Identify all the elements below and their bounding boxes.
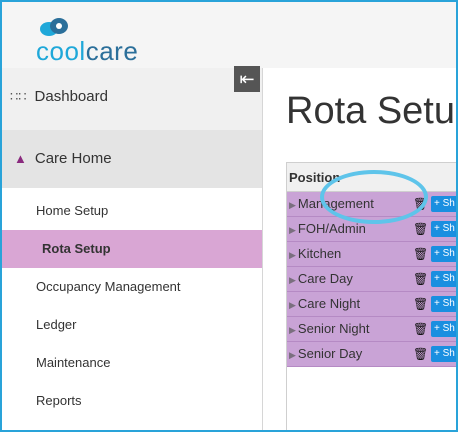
expand-arrow-icon[interactable]: ▶	[289, 325, 296, 335]
trash-icon[interactable]: 🗑	[413, 292, 428, 316]
trash-icon[interactable]: 🗑	[413, 317, 428, 341]
add-shift-button[interactable]: + Sh	[431, 346, 456, 362]
brand-header: coolcare	[2, 2, 456, 68]
position-name: Senior Night	[297, 321, 370, 336]
trash-icon[interactable]: 🗑	[413, 267, 428, 291]
position-name: Kitchen	[297, 246, 342, 261]
care-home-label: Care Home	[34, 150, 112, 167]
dashboard-label: Dashboard	[34, 88, 108, 105]
trash-icon[interactable]: 🗑	[413, 342, 428, 366]
care-home-row: ▲ Care Home	[14, 150, 112, 167]
add-shift-button[interactable]: + Sh	[431, 221, 456, 237]
app-frame: coolcare ∷∷ Dashboard ▲ Care Home Home Se…	[0, 0, 458, 432]
position-name: Management	[297, 196, 374, 211]
collapse-sidebar-button[interactable]: ⇤	[234, 66, 260, 92]
add-shift-button[interactable]: + Sh	[431, 271, 456, 287]
grid-icon: ∷∷	[10, 88, 27, 104]
arrow-left-icon: ⇤	[239, 69, 255, 89]
expand-arrow-icon[interactable]: ▶	[289, 200, 296, 210]
positions-table: Position ▶ Management 🗑 + Sh ▶ FOH/Admin 🗑…	[286, 162, 456, 430]
trash-icon[interactable]: 🗑	[413, 192, 428, 216]
add-shift-button[interactable]: + Sh	[431, 246, 456, 262]
expand-arrow-icon[interactable]: ▶	[289, 350, 296, 360]
expand-arrow-icon[interactable]: ▶	[289, 300, 296, 310]
main-content: Rota Setu Position ▶ Management 🗑 + Sh ▶ F…	[264, 68, 456, 430]
position-name: Senior Day	[297, 346, 363, 361]
add-shift-button[interactable]: + Sh	[431, 321, 456, 337]
sidebar-nav: Home Setup Rota Setup Occupancy Manageme…	[2, 192, 262, 420]
logo-text: coolcare	[36, 36, 138, 67]
sidebar-item-reports[interactable]: Reports	[2, 382, 262, 420]
home-icon: ▲	[14, 151, 27, 166]
table-row[interactable]: ▶ FOH/Admin 🗑 + Sh	[287, 217, 456, 242]
table-row[interactable]: ▶ Care Night 🗑 + Sh	[287, 292, 456, 317]
expand-arrow-icon[interactable]: ▶	[289, 275, 296, 285]
position-name: Care Day	[297, 271, 353, 286]
sidebar-item-home-setup[interactable]: Home Setup	[2, 192, 262, 230]
sidebar-item-rota-setup[interactable]: Rota Setup	[2, 230, 262, 268]
add-shift-button[interactable]: + Sh	[431, 296, 456, 312]
position-name: Care Night	[297, 296, 361, 311]
page-title: Rota Setu	[286, 90, 455, 132]
table-row[interactable]: ▶ Senior Night 🗑 + Sh	[287, 317, 456, 342]
position-name: FOH/Admin	[297, 221, 366, 236]
dashboard-row: ∷∷ Dashboard	[10, 88, 108, 105]
care-home-section[interactable]: ▲ Care Home	[2, 130, 262, 188]
add-shift-button[interactable]: + Sh	[431, 196, 456, 212]
table-row[interactable]: ▶ Kitchen 🗑 + Sh	[287, 242, 456, 267]
expand-arrow-icon[interactable]: ▶	[289, 250, 296, 260]
table-row[interactable]: ▶ Management 🗑 + Sh	[287, 192, 456, 217]
dashboard-link[interactable]: ∷∷ Dashboard	[2, 68, 262, 130]
expand-arrow-icon[interactable]: ▶	[289, 225, 296, 235]
logo-text-care: care	[85, 36, 139, 66]
trash-icon[interactable]: 🗑	[413, 217, 428, 241]
trash-icon[interactable]: 🗑	[413, 242, 428, 266]
sidebar-item-maintenance[interactable]: Maintenance	[2, 344, 262, 382]
column-header-position: Position	[287, 163, 456, 192]
table-row[interactable]: ▶ Senior Day 🗑 + Sh	[287, 342, 456, 367]
table-row[interactable]: ▶ Care Day 🗑 + Sh	[287, 267, 456, 292]
logo-cloud-icon	[40, 18, 68, 36]
sidebar: ∷∷ Dashboard ▲ Care Home Home Setup Rota …	[2, 68, 263, 430]
logo-text-cool: cool	[36, 36, 86, 66]
sidebar-item-occupancy-management[interactable]: Occupancy Management	[2, 268, 262, 306]
sidebar-item-ledger[interactable]: Ledger	[2, 306, 262, 344]
